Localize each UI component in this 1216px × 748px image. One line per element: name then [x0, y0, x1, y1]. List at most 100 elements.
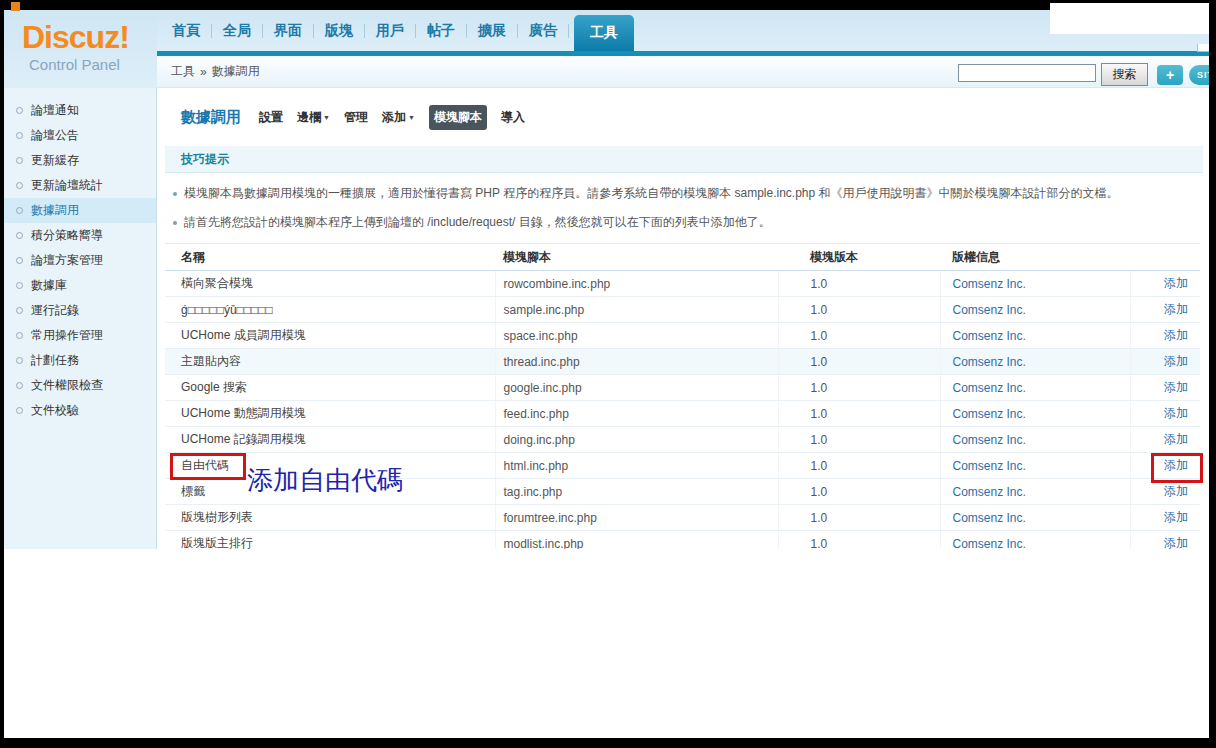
sidebar-item-1[interactable]: 論壇通知 — [4, 98, 156, 123]
top-nav-item-1[interactable]: 首頁 — [161, 22, 211, 40]
top-nav-item-6[interactable]: 帖子 — [416, 22, 466, 40]
module-script: space.inc.php — [495, 323, 778, 349]
add-link[interactable]: 添加 — [1164, 484, 1188, 498]
sidebar-item-5[interactable]: 數據調用 — [4, 198, 156, 223]
dropdown-arrow-icon: ▼ — [323, 114, 330, 121]
screenshot-canvas: Discuz! Control Panel 首頁全局界面版塊用戶帖子擴展廣告工具… — [0, 0, 1216, 748]
top-nav-item-9[interactable]: 工具 — [574, 15, 634, 51]
table-row-7: UCHome 記錄調用模塊doing.inc.php1.0Comsenz Inc… — [165, 427, 1200, 453]
vendor-link[interactable]: Comsenz Inc. — [953, 407, 1026, 421]
tab-label: 添加 — [382, 109, 406, 126]
tips-list: 模塊腳本爲數據調用模塊的一種擴展，適用於懂得書寫 PHP 程序的程序員。請參考系… — [157, 185, 1209, 231]
vendor-link-cell: Comsenz Inc. — [940, 323, 1130, 349]
annotation-red-box-name — [170, 453, 246, 480]
sidebar-item-11[interactable]: 計劃任務 — [4, 348, 156, 373]
add-link[interactable]: 添加 — [1164, 510, 1188, 524]
vendor-link[interactable]: Comsenz Inc. — [953, 459, 1026, 473]
sidebar-item-13[interactable]: 文件校驗 — [4, 398, 156, 423]
tab-1[interactable]: 設置 — [259, 109, 283, 126]
top-nav-item-2[interactable]: 全局 — [212, 22, 262, 40]
add-link-cell: 添加 — [1130, 349, 1200, 375]
vendor-link[interactable]: Comsenz Inc. — [953, 355, 1026, 369]
sidebar-item-4[interactable]: 更新論壇統計 — [4, 173, 156, 198]
breadcrumb-separator: » — [200, 65, 207, 79]
sidebar-item-label: 更新緩存 — [31, 152, 79, 169]
tab-5[interactable]: 模塊腳本 — [429, 105, 487, 130]
top-nav-item-3[interactable]: 界面 — [263, 22, 313, 40]
top-nav-item-7[interactable]: 擴展 — [467, 22, 517, 40]
table-row-10: 版塊樹形列表forumtree.inc.php1.0Comsenz Inc.添加 — [165, 505, 1200, 531]
vendor-link[interactable]: Comsenz Inc. — [953, 277, 1026, 291]
site-button[interactable]: SITE — [1189, 65, 1209, 85]
col-header-name: 名稱 — [165, 244, 495, 271]
add-link[interactable]: 添加 — [1164, 354, 1188, 368]
module-name: 橫向聚合模塊 — [165, 271, 495, 297]
module-script: forumtree.inc.php — [495, 505, 778, 531]
tab-2[interactable]: 邊欄▼ — [297, 109, 330, 126]
top-nav-item-5[interactable]: 用戶 — [365, 22, 415, 40]
add-link[interactable]: 添加 — [1164, 406, 1188, 420]
plus-button[interactable]: + — [1157, 65, 1183, 85]
add-link[interactable]: 添加 — [1164, 302, 1188, 316]
bullet-circle-icon — [16, 407, 23, 414]
module-version: 1.0 — [778, 453, 940, 479]
tips-header: 技巧提示 — [165, 146, 1203, 173]
sidebar-item-label: 論壇通知 — [31, 102, 79, 119]
sidebar-item-8[interactable]: 數據庫 — [4, 273, 156, 298]
sidebar-item-label: 積分策略嚮導 — [31, 227, 103, 244]
module-script: google.inc.php — [495, 375, 778, 401]
vendor-link[interactable]: Comsenz Inc. — [953, 329, 1026, 343]
sidebar-item-label: 計劃任務 — [31, 352, 79, 369]
module-name: UCHome 動態調用模塊 — [165, 401, 495, 427]
module-version: 1.0 — [778, 427, 940, 453]
logo-area: Discuz! Control Panel — [4, 10, 157, 88]
tab-4[interactable]: 添加▼ — [382, 109, 415, 126]
module-script: doing.inc.php — [495, 427, 778, 453]
tab-3[interactable]: 管理 — [344, 109, 368, 126]
sidebar-item-label: 運行記錄 — [31, 302, 79, 319]
bullet-circle-icon — [16, 157, 23, 164]
add-link[interactable]: 添加 — [1164, 380, 1188, 394]
table-row-11: 版塊版主排行modlist.inc.php1.0Comsenz Inc.添加 — [165, 531, 1200, 550]
add-link-cell: 添加 — [1130, 323, 1200, 349]
vendor-link[interactable]: Comsenz Inc. — [953, 537, 1026, 550]
sidebar-item-12[interactable]: 文件權限檢查 — [4, 373, 156, 398]
top-nav-item-8[interactable]: 廣告 — [518, 22, 568, 40]
sidebar-item-3[interactable]: 更新緩存 — [4, 148, 156, 173]
col-header-vendor: 版權信息 — [940, 244, 1130, 271]
vendor-link[interactable]: Comsenz Inc. — [953, 381, 1026, 395]
overlay-artifact-box — [1050, 3, 1209, 34]
add-link[interactable]: 添加 — [1164, 328, 1188, 342]
add-link[interactable]: 添加 — [1164, 536, 1188, 549]
module-version: 1.0 — [778, 479, 940, 505]
tab-6[interactable]: 導入 — [501, 109, 525, 126]
vendor-link[interactable]: Comsenz Inc. — [953, 303, 1026, 317]
vendor-link[interactable]: Comsenz Inc. — [953, 511, 1026, 525]
bullet-circle-icon — [16, 132, 23, 139]
search-button[interactable]: 搜索 — [1101, 63, 1148, 86]
vendor-link-cell: Comsenz Inc. — [940, 349, 1130, 375]
sidebar-item-10[interactable]: 常用操作管理 — [4, 323, 156, 348]
add-link[interactable]: 添加 — [1164, 432, 1188, 446]
breadcrumb-section[interactable]: 工具 — [171, 63, 195, 80]
table-row-2: ǵ□□□□□ýǔ□□□□□sample.inc.php1.0Comsenz In… — [165, 297, 1200, 323]
sidebar-item-2[interactable]: 論壇公告 — [4, 123, 156, 148]
bullet-circle-icon — [16, 382, 23, 389]
bullet-circle-icon — [16, 307, 23, 314]
search-input[interactable] — [958, 64, 1096, 82]
bullet-circle-icon — [16, 207, 23, 214]
bullet-circle-icon — [16, 332, 23, 339]
tab-label: 設置 — [259, 109, 283, 126]
sidebar-item-9[interactable]: 運行記錄 — [4, 298, 156, 323]
vendor-link[interactable]: Comsenz Inc. — [953, 433, 1026, 447]
vendor-link[interactable]: Comsenz Inc. — [953, 485, 1026, 499]
table-row-1: 橫向聚合模塊rowcombine.inc.php1.0Comsenz Inc.添… — [165, 271, 1200, 297]
module-script: rowcombine.inc.php — [495, 271, 778, 297]
tab-label: 導入 — [501, 109, 525, 126]
top-nav-item-4[interactable]: 版塊 — [314, 22, 364, 40]
add-link[interactable]: 添加 — [1164, 276, 1188, 290]
add-link-cell: 添加 — [1130, 271, 1200, 297]
sidebar-item-7[interactable]: 論壇方案管理 — [4, 248, 156, 273]
module-script: feed.inc.php — [495, 401, 778, 427]
sidebar-item-6[interactable]: 積分策略嚮導 — [4, 223, 156, 248]
